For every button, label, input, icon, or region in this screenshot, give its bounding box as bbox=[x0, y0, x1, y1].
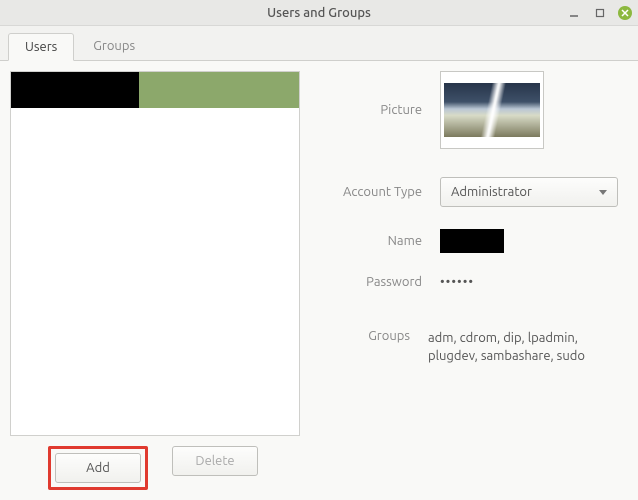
user-list[interactable] bbox=[10, 71, 300, 436]
label-groups: Groups bbox=[330, 329, 428, 343]
row-name: Name bbox=[330, 229, 618, 253]
maximize-button[interactable] bbox=[592, 5, 608, 21]
delete-button[interactable]: Delete bbox=[172, 446, 258, 476]
row-account-type: Account Type Administrator bbox=[330, 177, 618, 207]
picture-button[interactable] bbox=[440, 71, 544, 149]
tab-users[interactable]: Users bbox=[8, 33, 74, 61]
avatar-image bbox=[444, 83, 540, 137]
row-picture: Picture bbox=[330, 71, 618, 149]
row-password: Password •••••• bbox=[330, 275, 618, 289]
name-redacted-block[interactable] bbox=[440, 229, 504, 253]
details-pane: Picture Account Type Administrator Name … bbox=[310, 71, 628, 490]
account-type-value: Administrator bbox=[451, 185, 532, 199]
add-highlight: Add bbox=[48, 446, 148, 490]
label-password: Password bbox=[330, 275, 440, 289]
groups-value[interactable]: adm, cdrom, dip, lpadmin, plugdev, samba… bbox=[428, 329, 618, 365]
label-account-type: Account Type bbox=[330, 185, 440, 199]
label-name: Name bbox=[330, 234, 440, 248]
user-redacted-block bbox=[11, 72, 139, 108]
tabbar: Users Groups bbox=[0, 26, 638, 61]
label-picture: Picture bbox=[330, 71, 440, 117]
left-pane: Add Delete bbox=[10, 71, 300, 490]
tab-groups[interactable]: Groups bbox=[76, 32, 152, 60]
window: Users and Groups Users Groups bbox=[0, 0, 638, 500]
window-controls bbox=[566, 0, 632, 26]
account-type-dropdown[interactable]: Administrator bbox=[440, 177, 618, 207]
close-button[interactable] bbox=[618, 6, 632, 20]
window-title: Users and Groups bbox=[267, 6, 371, 20]
row-groups: Groups adm, cdrom, dip, lpadmin, plugdev… bbox=[330, 329, 618, 365]
password-value[interactable]: •••••• bbox=[440, 275, 474, 289]
user-row-selected[interactable] bbox=[11, 72, 299, 108]
add-button[interactable]: Add bbox=[55, 453, 141, 483]
minimize-button[interactable] bbox=[566, 5, 582, 21]
titlebar: Users and Groups bbox=[0, 0, 638, 26]
list-buttons: Add Delete bbox=[10, 436, 300, 490]
chevron-down-icon bbox=[599, 190, 607, 195]
content-area: Add Delete Picture Account Type Administ… bbox=[0, 61, 638, 500]
